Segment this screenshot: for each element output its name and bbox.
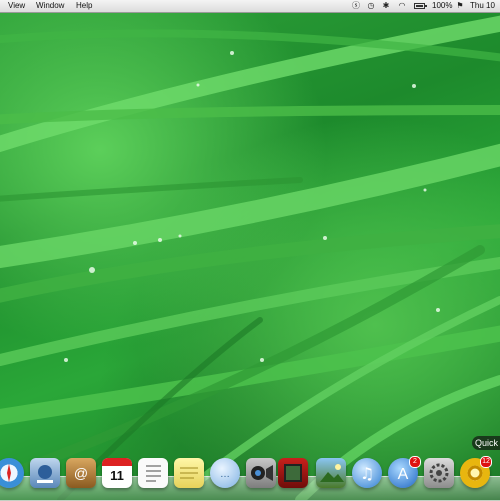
battery-icon[interactable] [414,3,427,9]
ical-date: 11 [110,468,124,483]
menu-view[interactable]: View [8,1,25,11]
battery-percent[interactable]: 100% [432,1,452,11]
ical-icon[interactable]: 11 [102,458,132,488]
wifi-icon[interactable]: ◠ [398,2,406,10]
address-book-icon[interactable]: @ [66,458,96,488]
menu-bar: View Window Help ⓢ ◷ ✱ ◠ 100% ⚑ Thu 10 [0,0,500,13]
iphoto-icon[interactable] [316,458,346,488]
skype-icon[interactable]: ⓢ [352,2,360,10]
system-preferences-icon[interactable] [424,458,454,488]
textedit-icon[interactable] [138,458,168,488]
desktop [0,0,500,500]
app-store-badge: 2 [409,456,421,468]
itunes-icon[interactable]: ♫ [352,458,382,488]
ical-header [102,458,132,466]
svg-text:…: … [220,469,230,480]
stickies-icon[interactable] [174,458,204,488]
flag-icon[interactable]: ⚑ [456,2,464,10]
menu-clock[interactable]: Thu 10 [470,1,495,11]
photo-booth-icon[interactable] [278,458,308,488]
quicktime-badge: 12 [480,456,492,468]
menu-window[interactable]: Window [36,1,64,11]
svg-text:A: A [398,466,409,483]
svg-text:@: @ [74,465,88,481]
svg-text:♫: ♫ [360,464,374,483]
dock: @ 11 … ♫ A 2 12 [0,456,500,501]
ichat-icon[interactable]: … [210,458,240,488]
safari-icon[interactable] [0,458,24,488]
menu-help[interactable]: Help [76,1,92,11]
dock-tooltip: Quick [472,436,500,450]
bluetooth-icon[interactable]: ✱ [382,2,390,10]
battery-level [416,5,423,7]
timemachine-icon[interactable]: ◷ [367,2,375,10]
facetime-icon[interactable] [246,458,276,488]
grass-wallpaper [0,15,500,500]
preview-icon[interactable] [30,458,60,488]
